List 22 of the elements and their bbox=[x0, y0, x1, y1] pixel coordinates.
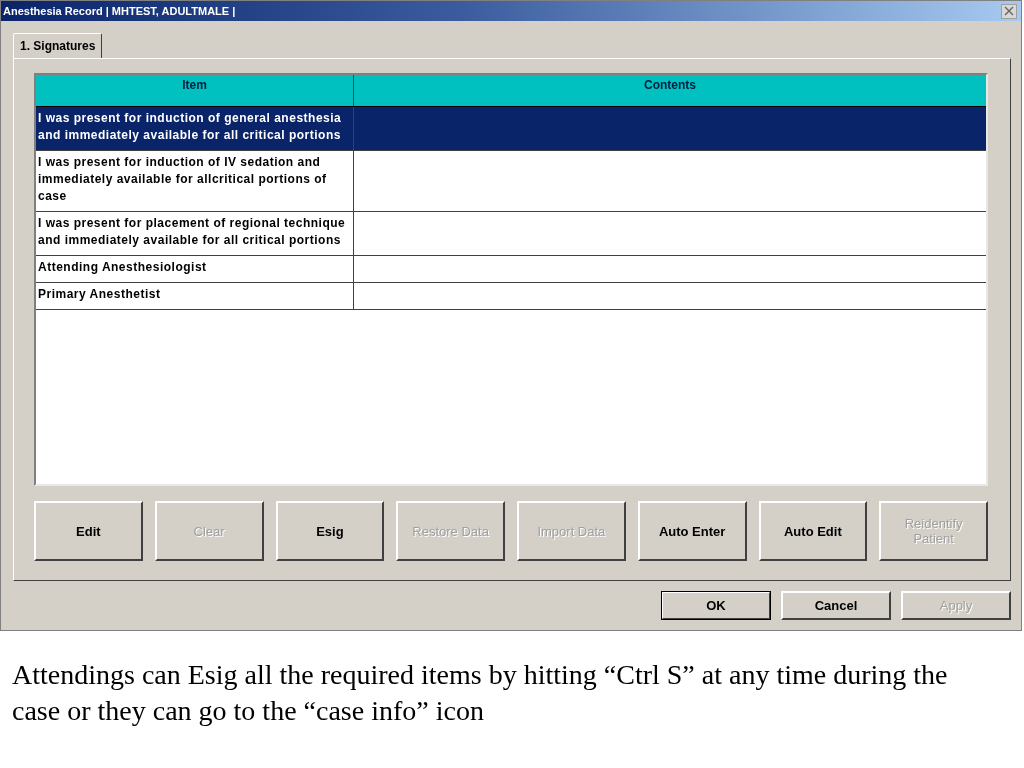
item-cell: I was present for induction of general anesthesia and immediately available for all critical portions bbox=[36, 107, 354, 150]
column-header: Contents bbox=[643, 77, 697, 94]
caption-text: Attendings can Esig all the required items by hitting “Ctrl S” at any time during the case or they can go to the “case info” icon bbox=[12, 658, 949, 728]
table-row[interactable]: I was present for placement of regional technique and immediately available for all critical portions bbox=[36, 212, 986, 256]
table-row[interactable]: I was present for induction of general anesthesia and immediately available for all critical portions bbox=[36, 107, 986, 151]
item-cell: Primary Anesthetist bbox=[36, 283, 354, 309]
window-title: Anesthesia Record | MHTEST, ADULTMALE | bbox=[3, 5, 236, 17]
dialog-button[interactable]: OK bbox=[661, 591, 771, 620]
table-row[interactable]: Primary Anesthetist bbox=[36, 283, 986, 310]
item-cell: I was present for placement of regional technique and immediately available for all critical portions bbox=[36, 212, 354, 255]
dialog-button[interactable]: Cancel bbox=[781, 591, 891, 620]
close-icon[interactable] bbox=[1001, 3, 1017, 19]
item-cell: Attending Anesthesiologist bbox=[36, 256, 354, 282]
item-cell: I was present for induction of IV sedation and immediately available for allcritical portions of case bbox=[36, 151, 354, 211]
table-row[interactable]: Attending Anesthesiologist bbox=[36, 256, 986, 283]
action-button[interactable]: Esig bbox=[275, 501, 385, 561]
action-button[interactable]: Edit bbox=[34, 501, 143, 561]
action-button[interactable]: Auto Enter bbox=[637, 501, 747, 561]
tab[interactable]: 1. Signatures bbox=[13, 33, 103, 58]
action-button[interactable]: Auto Edit bbox=[758, 501, 868, 561]
table-row[interactable]: I was present for induction of IV sedation and immediately available for allcritical portions of case bbox=[36, 151, 986, 212]
column-header: Item bbox=[36, 75, 354, 106]
